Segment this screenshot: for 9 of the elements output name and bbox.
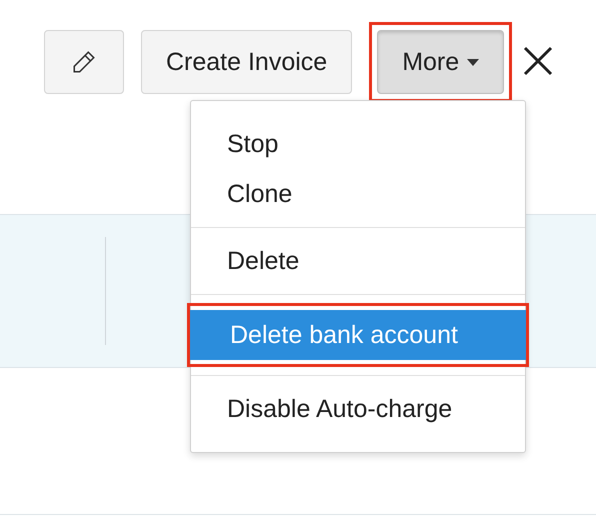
create-invoice-button[interactable]: Create Invoice xyxy=(141,30,352,94)
menu-item[interactable]: Delete xyxy=(187,236,529,286)
pencil-icon xyxy=(71,49,97,75)
menu-item[interactable]: Clone xyxy=(187,169,529,219)
menu-item[interactable]: Stop xyxy=(187,119,529,169)
menu-item[interactable]: Disable Auto-charge xyxy=(187,384,529,434)
more-button[interactable]: More xyxy=(377,30,504,94)
menu-item[interactable]: Delete bank account xyxy=(190,310,526,360)
caret-icon xyxy=(467,58,480,66)
